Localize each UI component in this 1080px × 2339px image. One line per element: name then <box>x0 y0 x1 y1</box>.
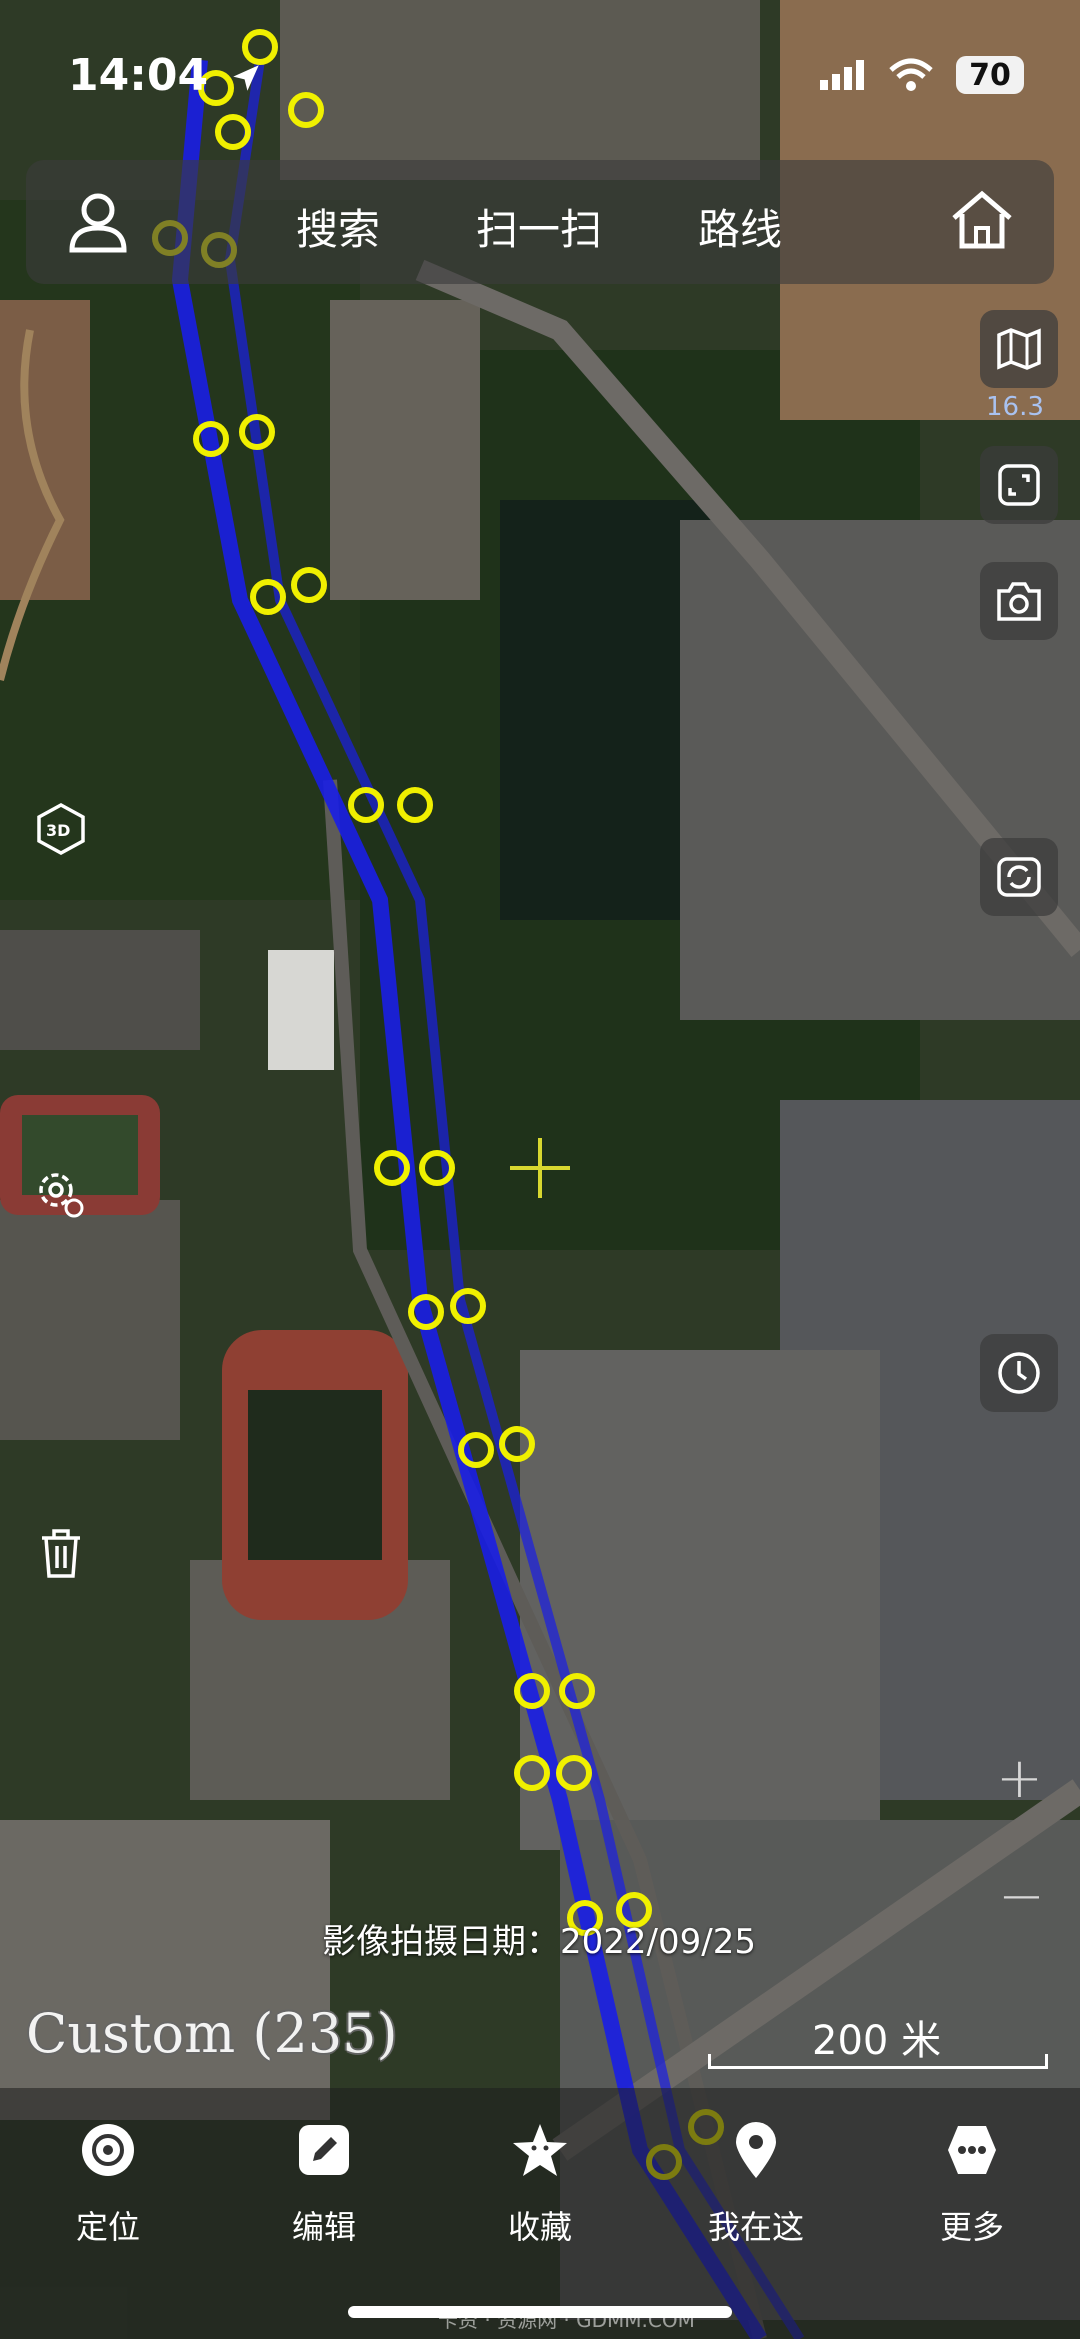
clock-icon <box>998 1352 1040 1394</box>
nav-here[interactable]: 我在这 <box>686 2118 826 2248</box>
trash-icon <box>42 1529 80 1578</box>
screenshot-button[interactable] <box>980 562 1058 640</box>
map-pin-icon <box>736 2122 776 2178</box>
nav-more[interactable]: 更多 <box>902 2118 1042 2248</box>
delete-button[interactable] <box>26 1518 96 1588</box>
nav-favorites-label: 收藏 <box>507 2208 572 2246</box>
location-arrow-icon <box>233 65 260 91</box>
map-icon <box>997 328 1041 370</box>
more-icon <box>948 2126 996 2174</box>
gear-icon <box>39 1173 84 1218</box>
target-icon <box>82 2124 134 2176</box>
tab-route[interactable]: 路线 <box>698 196 782 257</box>
scale-bar <box>708 2054 1048 2069</box>
satellite-map[interactable] <box>0 0 1080 2339</box>
map-layers-button[interactable] <box>980 310 1058 388</box>
user-icon <box>69 193 127 253</box>
profile-button[interactable] <box>62 186 134 258</box>
nav-edit-label: 编辑 <box>291 2208 356 2246</box>
zoom-out-button[interactable]: − <box>998 1864 1045 1929</box>
map-layer-label: Custom (235) <box>26 2002 398 2065</box>
nav-locate-label: 定位 <box>75 2208 140 2246</box>
nav-here-label: 我在这 <box>707 2208 804 2246</box>
watermark: 卡资 · 资源网 · GDMM.COM <box>438 2308 695 2332</box>
zoom-in-button[interactable]: + <box>996 1746 1043 1811</box>
top-toolbar: 搜索 扫一扫 路线 <box>26 160 1054 284</box>
status-time: 14:04 <box>68 50 263 101</box>
nav-locate[interactable]: 定位 <box>38 2118 178 2248</box>
zoom-level: 16.3 <box>986 392 1044 422</box>
status-icons: 70 <box>820 56 1024 94</box>
3d-cube-icon: 3D <box>37 803 85 855</box>
svg-text:3D: 3D <box>46 821 70 840</box>
tab-search[interactable]: 搜索 <box>296 196 380 257</box>
rotate-view-button[interactable] <box>980 838 1058 916</box>
nav-edit[interactable]: 编辑 <box>254 2118 394 2248</box>
3d-view-button[interactable]: 3D <box>26 794 96 864</box>
nav-favorites[interactable]: 收藏 <box>470 2118 610 2248</box>
tab-scan[interactable]: 扫一扫 <box>476 196 602 257</box>
history-imagery-button[interactable] <box>980 1334 1058 1412</box>
bottom-nav: 定位 编辑 收藏 我在这 更多 <box>0 2088 1080 2339</box>
battery-indicator: 70 <box>956 56 1024 94</box>
camera-icon <box>997 582 1041 621</box>
nav-more-label: 更多 <box>939 2208 1004 2246</box>
fullscreen-icon <box>998 464 1040 506</box>
signal-icon <box>820 60 864 90</box>
home-button[interactable] <box>946 184 1018 256</box>
rotate-camera-icon <box>997 857 1041 897</box>
home-icon <box>952 190 1012 249</box>
imagery-date: 影像拍摄日期：2022/09/25 <box>322 1922 756 1962</box>
wifi-icon <box>889 58 933 91</box>
settings-button[interactable] <box>26 1160 96 1230</box>
pencil-icon <box>299 2125 349 2175</box>
fullscreen-button[interactable] <box>980 446 1058 524</box>
star-icon <box>513 2124 567 2176</box>
